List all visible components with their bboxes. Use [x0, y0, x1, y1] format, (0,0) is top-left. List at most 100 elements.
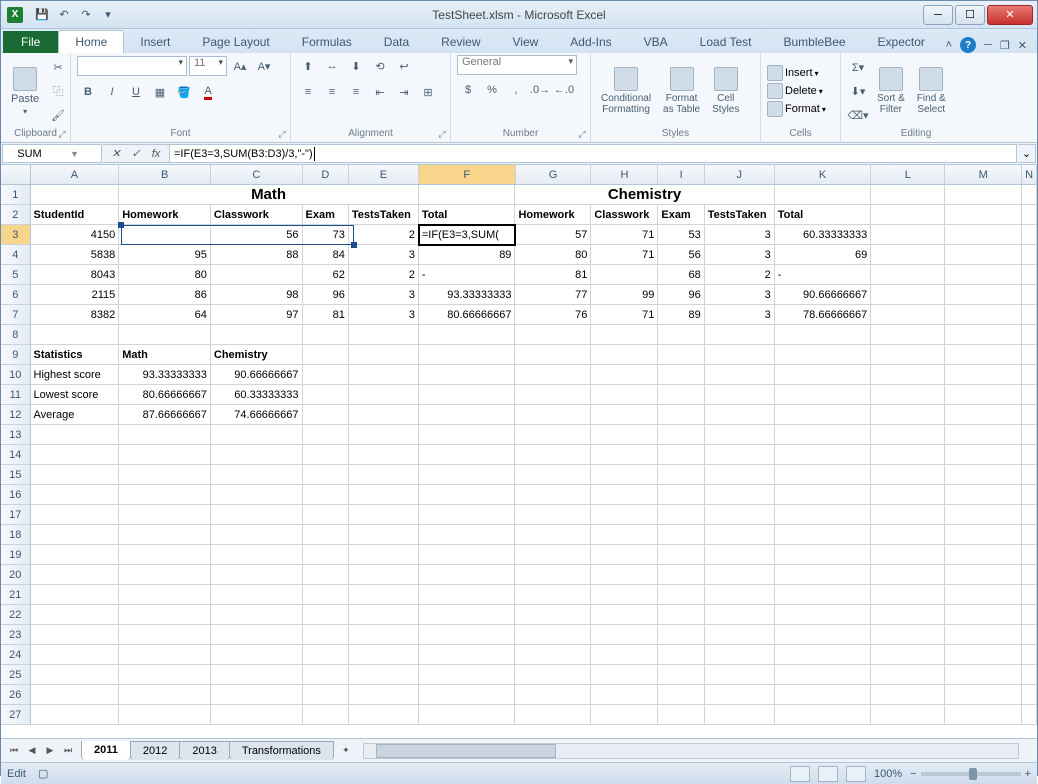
cell-K19[interactable] — [775, 545, 872, 565]
cell-B8[interactable] — [119, 325, 211, 345]
cell-N14[interactable] — [1022, 445, 1037, 465]
cell-N6[interactable] — [1022, 285, 1037, 305]
cell-N13[interactable] — [1022, 425, 1037, 445]
first-sheet-button[interactable]: ⏮ — [5, 742, 23, 760]
cell-M11[interactable] — [945, 385, 1022, 405]
cell-G21[interactable] — [515, 585, 591, 605]
cell-I16[interactable] — [658, 485, 704, 505]
row-header[interactable]: 18 — [1, 525, 31, 545]
cell-A8[interactable] — [31, 325, 120, 345]
cell-F7[interactable]: 80.66666667 — [419, 305, 516, 325]
fill-color-button[interactable]: 🪣 — [173, 81, 195, 103]
cell-F19[interactable] — [419, 545, 516, 565]
cell-D18[interactable] — [303, 525, 349, 545]
cell-I12[interactable] — [658, 405, 704, 425]
cell-H24[interactable] — [591, 645, 658, 665]
cell-E11[interactable] — [349, 385, 419, 405]
cell-I2[interactable]: Exam — [658, 205, 704, 225]
tab-review[interactable]: Review — [425, 31, 496, 53]
cell-K18[interactable] — [775, 525, 872, 545]
cell-C12[interactable]: 74.66666667 — [211, 405, 303, 425]
expand-formula-icon[interactable]: ⌄ — [1018, 144, 1036, 163]
cell-H10[interactable] — [591, 365, 658, 385]
cell-C25[interactable] — [211, 665, 303, 685]
cell-K17[interactable] — [775, 505, 872, 525]
cell-A23[interactable] — [31, 625, 120, 645]
cell-G3[interactable]: 57 — [515, 225, 591, 245]
cell-J24[interactable] — [705, 645, 775, 665]
col-header-K[interactable]: K — [775, 165, 872, 184]
cell-D26[interactable] — [303, 685, 349, 705]
zoom-in-button[interactable]: + — [1025, 768, 1031, 780]
cell-K11[interactable] — [775, 385, 872, 405]
number-format-select[interactable]: General — [457, 55, 577, 75]
cell-M18[interactable] — [945, 525, 1022, 545]
row-header[interactable]: 7 — [1, 305, 31, 325]
cell-B16[interactable] — [119, 485, 211, 505]
cell-J20[interactable] — [705, 565, 775, 585]
cell-H3[interactable]: 71 — [591, 225, 658, 245]
cell-M9[interactable] — [945, 345, 1022, 365]
cell-F5[interactable]: - — [419, 265, 516, 285]
cell-J5[interactable]: 2 — [705, 265, 775, 285]
cell-J9[interactable] — [705, 345, 775, 365]
col-header-J[interactable]: J — [705, 165, 775, 184]
cell-J4[interactable]: 3 — [705, 245, 775, 265]
cell-I19[interactable] — [658, 545, 704, 565]
enter-formula-button[interactable]: ✓ — [127, 145, 145, 163]
cell-K16[interactable] — [775, 485, 872, 505]
formula-input[interactable]: =IF(E3=3,SUM(B3:D3)/3,"-") — [170, 144, 1017, 163]
cell-A26[interactable] — [31, 685, 120, 705]
cell-N3[interactable] — [1022, 225, 1037, 245]
insert-function-button[interactable]: fx — [147, 145, 165, 163]
cell-D13[interactable] — [303, 425, 349, 445]
conditional-formatting-button[interactable]: Conditional Formatting — [597, 65, 655, 117]
cell-G7[interactable]: 76 — [515, 305, 591, 325]
cell-B7[interactable]: 64 — [119, 305, 211, 325]
cell-L5[interactable] — [871, 265, 945, 285]
cell-M25[interactable] — [945, 665, 1022, 685]
cell-F16[interactable] — [419, 485, 516, 505]
cell-L2[interactable] — [871, 205, 945, 225]
cell-L18[interactable] — [871, 525, 945, 545]
currency-button[interactable]: $ — [457, 79, 479, 101]
cell-J12[interactable] — [705, 405, 775, 425]
cell-N16[interactable] — [1022, 485, 1037, 505]
cell-M6[interactable] — [945, 285, 1022, 305]
cell-F8[interactable] — [419, 325, 516, 345]
cell-M3[interactable] — [945, 225, 1022, 245]
row-header[interactable]: 16 — [1, 485, 31, 505]
cell-C7[interactable]: 97 — [211, 305, 303, 325]
cell-H5[interactable] — [591, 265, 658, 285]
zoom-out-button[interactable]: − — [910, 768, 916, 780]
cell-A3[interactable]: 4150 — [31, 225, 120, 245]
cell-E18[interactable] — [349, 525, 419, 545]
increase-font-button[interactable]: A▴ — [229, 55, 251, 77]
decrease-decimal-button[interactable]: ←.0 — [553, 79, 575, 101]
cell-A25[interactable] — [31, 665, 120, 685]
cell-F22[interactable] — [419, 605, 516, 625]
cell-K10[interactable] — [775, 365, 872, 385]
cell-K21[interactable] — [775, 585, 872, 605]
tab-vba[interactable]: VBA — [628, 31, 684, 53]
cell-D10[interactable] — [303, 365, 349, 385]
cell-I8[interactable] — [658, 325, 704, 345]
format-cells-button[interactable]: Format▾ — [767, 101, 826, 117]
cell-H14[interactable] — [591, 445, 658, 465]
cell-H22[interactable] — [591, 605, 658, 625]
cell-F21[interactable] — [419, 585, 516, 605]
cell-K4[interactable]: 69 — [775, 245, 872, 265]
cell-C19[interactable] — [211, 545, 303, 565]
cell-N24[interactable] — [1022, 645, 1037, 665]
cell-G18[interactable] — [515, 525, 591, 545]
cell-J15[interactable] — [705, 465, 775, 485]
cell-B18[interactable] — [119, 525, 211, 545]
bold-button[interactable]: B — [77, 81, 99, 103]
tab-data[interactable]: Data — [368, 31, 425, 53]
cell-K15[interactable] — [775, 465, 872, 485]
sheet-tab-2011[interactable]: 2011 — [81, 741, 131, 760]
cell-K26[interactable] — [775, 685, 872, 705]
cell-D23[interactable] — [303, 625, 349, 645]
cell-G24[interactable] — [515, 645, 591, 665]
row-header[interactable]: 22 — [1, 605, 31, 625]
